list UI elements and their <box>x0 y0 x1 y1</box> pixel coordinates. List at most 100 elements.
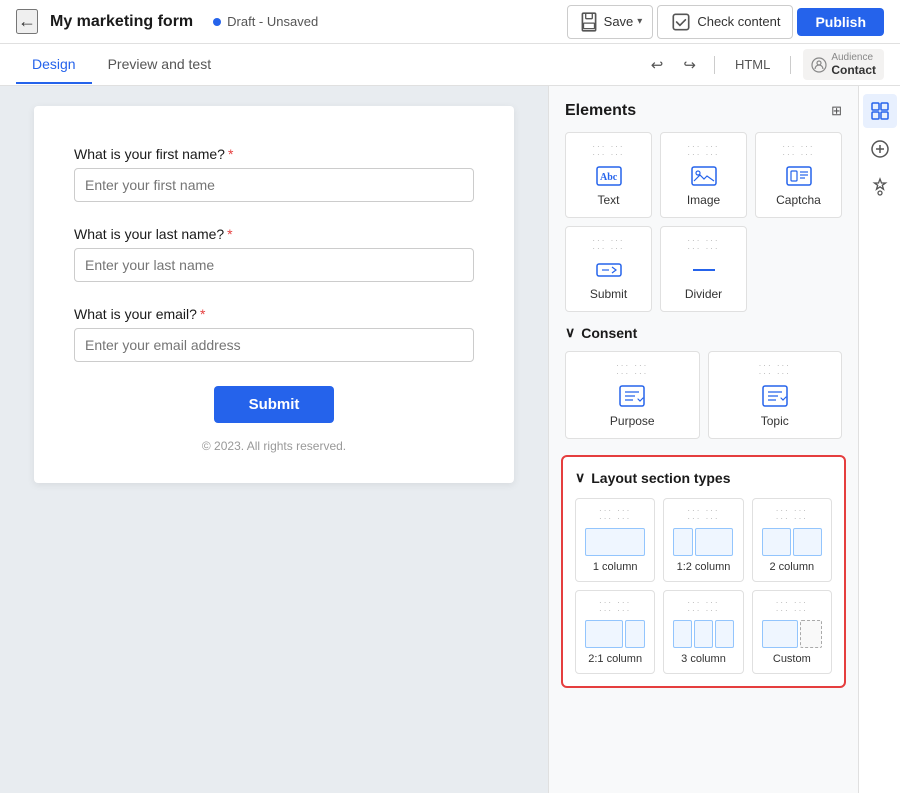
image-element-icon <box>690 165 718 187</box>
element-dots-4: ··· ······ ··· <box>592 237 624 253</box>
layout-custom-preview <box>762 620 822 648</box>
canvas: What is your first name?* What is your l… <box>0 86 548 793</box>
save-icon <box>578 11 600 33</box>
consent-purpose[interactable]: ··· ······ ··· Purpose <box>565 351 700 439</box>
redo-button[interactable]: ↪ <box>677 52 702 78</box>
element-dots-5: ··· ······ ··· <box>687 237 719 253</box>
properties-sidebar-icon <box>870 177 890 197</box>
required-star-1: * <box>228 146 233 162</box>
undo-button[interactable]: ↩ <box>645 52 670 78</box>
layout-1col[interactable]: ··· ······ ··· 1 column <box>575 498 655 582</box>
col-box-g <box>673 620 692 648</box>
page-title: My marketing form <box>50 13 193 31</box>
element-divider[interactable]: ··· ······ ··· Divider <box>660 226 747 312</box>
field3-label: What is your email?* <box>74 306 474 322</box>
layout-2col-preview <box>762 528 822 556</box>
col-box-i <box>715 620 734 648</box>
element-image[interactable]: ··· ······ ··· Image <box>660 132 747 218</box>
elements-title: Elements <box>565 102 636 120</box>
lastname-input[interactable] <box>74 248 474 282</box>
consent-dots-1: ··· ······ ··· <box>616 362 648 378</box>
firstname-input[interactable] <box>74 168 474 202</box>
col-box-d <box>793 528 822 556</box>
header: ← My marketing form Draft - Unsaved Save… <box>0 0 900 44</box>
element-dots-2: ··· ······ ··· <box>687 143 719 159</box>
right-panel: Elements ⊞ ··· ······ ··· Abc Text ··· ·… <box>548 86 858 793</box>
element-dots: ··· ······ ··· <box>592 143 624 159</box>
captcha-element-icon <box>785 165 813 187</box>
side-icon-elements[interactable] <box>863 94 897 128</box>
consent-topic[interactable]: ··· ······ ··· Topic <box>708 351 843 439</box>
layout-3col-preview <box>673 620 733 648</box>
submit-button[interactable]: Submit <box>214 386 334 423</box>
field-email: What is your email?* <box>74 306 474 362</box>
element-submit-label: Submit <box>590 287 627 301</box>
elements-grid: ··· ······ ··· Abc Text ··· ······ ··· <box>565 132 842 312</box>
layout-dots-2: ··· ······ ··· <box>687 507 719 523</box>
layout-dots-6: ··· ······ ··· <box>776 599 808 615</box>
layout-title: Layout section types <box>591 470 730 486</box>
element-image-label: Image <box>687 193 720 207</box>
element-dots-3: ··· ······ ··· <box>782 143 814 159</box>
col-box-e <box>585 620 623 648</box>
audience-icon <box>811 57 827 73</box>
element-captcha-label: Captcha <box>776 193 821 207</box>
col-box-j <box>762 620 798 648</box>
layout-21col-preview <box>585 620 645 648</box>
consent-dots-2: ··· ······ ··· <box>759 362 791 378</box>
layout-chevron-icon: ∨ <box>575 469 585 486</box>
side-icon-properties[interactable] <box>863 170 897 204</box>
submit-row: Submit <box>74 386 474 423</box>
layout-3col[interactable]: ··· ······ ··· 3 column <box>663 590 743 674</box>
status-text: Draft - Unsaved <box>227 14 318 29</box>
element-submit[interactable]: ··· ······ ··· Submit <box>565 226 652 312</box>
layout-2col[interactable]: ··· ······ ··· 2 column <box>752 498 832 582</box>
audience-label: Audience <box>831 52 876 63</box>
layout-12col-preview <box>673 528 733 556</box>
back-button[interactable]: ← <box>16 9 38 34</box>
layout-3col-label: 3 column <box>681 653 726 665</box>
publish-button[interactable]: Publish <box>797 8 884 36</box>
layout-section: ∨ Layout section types ··· ······ ··· 1 … <box>561 455 846 688</box>
audience-info: Audience Contact <box>831 52 876 77</box>
side-icon-add[interactable] <box>863 132 897 166</box>
sub-header: Design Preview and test ↩ ↪ HTML Audienc… <box>0 44 900 86</box>
layout-12col[interactable]: ··· ······ ··· 1:2 column <box>663 498 743 582</box>
form-card: What is your first name?* What is your l… <box>34 106 514 483</box>
check-icon <box>670 11 692 33</box>
element-divider-label: Divider <box>685 287 722 301</box>
layout-custom[interactable]: ··· ······ ··· Custom <box>752 590 832 674</box>
save-label: Save <box>604 14 634 29</box>
consent-chevron-icon: ∨ <box>565 324 575 341</box>
col-box-f <box>625 620 645 648</box>
check-content-label: Check content <box>697 14 780 29</box>
layout-1col-preview <box>585 528 645 556</box>
tab-preview[interactable]: Preview and test <box>92 46 228 84</box>
consent-header[interactable]: ∨ Consent <box>565 324 842 341</box>
svg-text:Abc: Abc <box>600 172 618 183</box>
layout-dots-1: ··· ······ ··· <box>599 507 631 523</box>
layout-2col-label: 2 column <box>770 561 815 573</box>
check-content-button[interactable]: Check content <box>657 5 793 39</box>
element-text-label: Text <box>597 193 619 207</box>
html-button[interactable]: HTML <box>727 53 778 76</box>
col-box-a <box>673 528 693 556</box>
element-text[interactable]: ··· ······ ··· Abc Text <box>565 132 652 218</box>
layout-21col[interactable]: ··· ······ ··· 2:1 column <box>575 590 655 674</box>
elements-expand-icon[interactable]: ⊞ <box>831 103 842 119</box>
layout-dots-4: ··· ······ ··· <box>599 599 631 615</box>
consent-topic-label: Topic <box>761 414 789 428</box>
consent-section: ∨ Consent ··· ······ ··· Purpose ··· ··· <box>549 324 858 447</box>
layout-12col-label: 1:2 column <box>677 561 731 573</box>
layout-dots-5: ··· ······ ··· <box>687 599 719 615</box>
layout-header[interactable]: ∨ Layout section types <box>575 469 832 486</box>
status-dot <box>213 18 221 26</box>
layout-dots-3: ··· ······ ··· <box>776 507 808 523</box>
form-footer: © 2023. All rights reserved. <box>74 439 474 453</box>
elements-sidebar-icon <box>870 101 890 121</box>
email-input[interactable] <box>74 328 474 362</box>
tab-design[interactable]: Design <box>16 46 92 84</box>
element-captcha[interactable]: ··· ······ ··· Captcha <box>755 132 842 218</box>
save-button[interactable]: Save ▾ <box>567 5 654 39</box>
audience-value: Contact <box>831 63 876 77</box>
